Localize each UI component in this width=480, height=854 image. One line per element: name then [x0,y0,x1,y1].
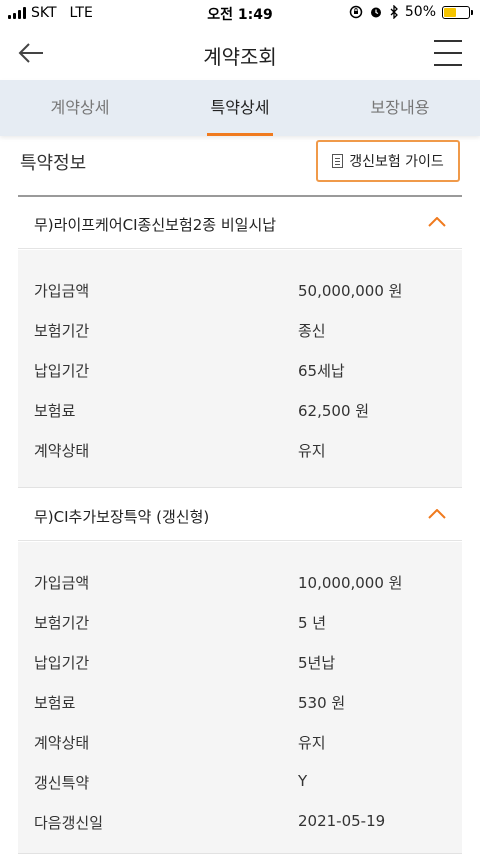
detail-value: 65세납 [298,362,345,380]
detail-value: 유지 [298,442,326,460]
detail-value: 62,500 원 [298,402,370,420]
rider-header[interactable]: 무)라이프케어CI종신보험2종 비일시납 [18,197,462,249]
detail-label: 납입기간 [34,362,90,380]
detail-label: 가입금액 [34,574,90,592]
detail-label: 보험기간 [34,322,90,340]
hamburger-menu-icon [434,64,462,66]
renewal-guide-label: 갱신보험 가이드 [349,154,444,170]
detail-row: 계약상태 유지 [18,430,462,470]
detail-label: 다음갱신일 [34,814,104,832]
detail-row: 보험기간 5 년 [18,602,462,642]
chevron-up-icon[interactable] [428,217,446,227]
detail-row: 가입금액 10,000,000 원 [18,562,462,602]
battery-percent: 50% [404,4,436,20]
detail-row: 보험기간 종신 [18,310,462,350]
detail-row: 납입기간 65세납 [18,350,462,390]
hamburger-menu-icon [434,40,462,42]
detail-label: 보험료 [34,694,76,712]
detail-label: 보험료 [34,402,76,420]
detail-label: 갱신특약 [34,774,90,792]
battery-level-fill [444,7,456,17]
detail-row: 다음갱신일 2021-05-19 [18,802,462,842]
detail-value: 50,000,000 원 [298,282,403,300]
detail-label: 보험기간 [34,614,90,632]
detail-row: 가입금액 50,000,000 원 [18,270,462,310]
detail-row: 보험료 530 원 [18,682,462,722]
page-title: 계약조회 [203,45,277,69]
renewal-guide-button[interactable]: 갱신보험 가이드 [316,140,460,182]
rider-detail-box: 가입금액 50,000,000 원 보험기간 종신 납입기간 65세납 보험료 … [18,250,462,488]
detail-value: 유지 [298,734,326,752]
detail-value: 5 년 [298,614,327,632]
detail-row: 갱신특약 Y [18,762,462,802]
status-bar: SKT LTE 오전 1:49 50% [0,0,480,26]
detail-row: 납입기간 5년납 [18,642,462,682]
detail-value: 10,000,000 원 [298,574,403,592]
rotation-lock-icon [349,5,363,19]
detail-label: 납입기간 [34,654,90,672]
rider-name: 무)라이프케어CI종신보험2종 비일시납 [34,216,277,234]
detail-label: 계약상태 [34,734,90,752]
alarm-icon [370,7,381,18]
status-right: 50% [349,4,473,20]
hamburger-menu-icon [434,52,462,54]
tab-rider-detail[interactable]: 특약상세 [160,80,320,136]
section-title: 특약정보 [20,153,87,174]
tab-contract-detail[interactable]: 계약상세 [0,80,160,136]
detail-row: 보험료 62,500 원 [18,390,462,430]
detail-value: 530 원 [298,694,346,712]
detail-value: 5년납 [298,654,336,672]
detail-label: 계약상태 [34,442,90,460]
rider-detail-box: 가입금액 10,000,000 원 보험기간 5 년 납입기간 5년납 보험료 … [18,542,462,854]
detail-label: 가입금액 [34,282,90,300]
app-header: 계약조회 [0,26,480,80]
detail-value: 2021-05-19 [298,812,386,830]
chevron-up-icon[interactable] [428,509,446,519]
detail-value: 종신 [298,322,326,340]
rider-header[interactable]: 무)CI추가보장특약 (갱신형) [18,489,462,541]
rider-name: 무)CI추가보장특약 (갱신형) [34,508,210,526]
menu-button[interactable] [434,40,462,66]
detail-row: 계약상태 유지 [18,722,462,762]
bluetooth-icon [390,5,398,19]
tab-coverage[interactable]: 보장내용 [320,80,480,136]
battery-icon [442,5,473,19]
detail-value: Y [298,772,308,790]
section-header: 특약정보 갱신보험 가이드 [0,136,480,196]
tab-bar: 계약상세 특약상세 보장내용 [0,80,480,136]
document-icon [332,154,344,168]
